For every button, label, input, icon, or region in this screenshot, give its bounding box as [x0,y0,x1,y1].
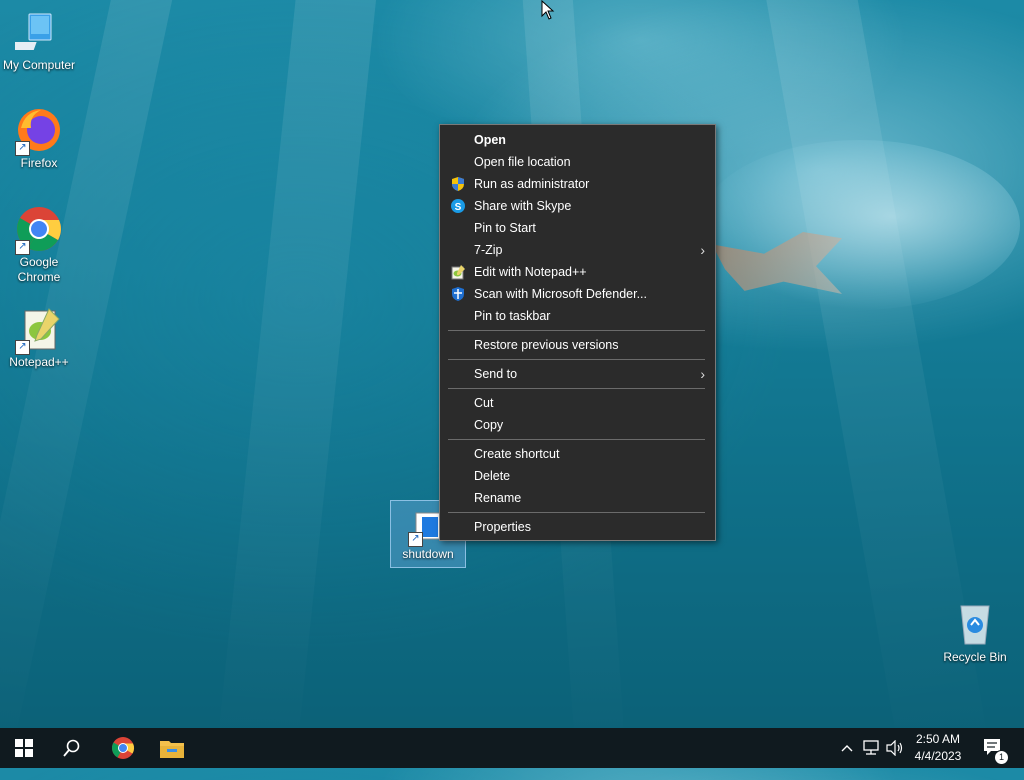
computer-icon [5,8,63,56]
menu-item-7zip[interactable]: 7-Zip › [440,239,715,261]
taskbar-chrome-button[interactable] [99,728,147,768]
menu-item-open-file-location[interactable]: Open file location [440,151,715,173]
menu-item-label: Share with Skype [474,199,572,213]
menu-item-pin-to-taskbar[interactable]: Pin to taskbar [440,305,715,327]
menu-item-label: Open file location [474,155,571,169]
shortcut-arrow-icon: ↗ [15,240,30,255]
notepadpp-icon: ↗ [15,305,63,355]
shortcut-arrow-icon: ↗ [15,340,30,355]
taskbar-clock[interactable]: 2:50 AM 4/4/2023 [908,731,968,765]
chrome-icon: ↗ [15,205,63,255]
taskbar: 2:50 AM 4/4/2023 1 [0,728,1024,768]
menu-item-open[interactable]: Open [440,129,715,151]
menu-item-label: Pin to Start [474,221,536,235]
menu-item-label: Send to [474,367,518,381]
tray-overflow-button[interactable] [838,728,856,768]
menu-item-properties[interactable]: Properties [440,516,715,538]
menu-item-copy[interactable]: Copy [440,414,715,436]
menu-item-scan-with-defender[interactable]: Scan with Microsoft Defender... [440,283,715,305]
menu-separator [448,330,705,331]
menu-separator [448,512,705,513]
menu-item-create-shortcut[interactable]: Create shortcut [440,443,715,465]
start-button[interactable] [0,728,48,768]
menu-item-label: Delete [474,469,511,483]
menu-item-label: Copy [474,418,504,432]
menu-item-label: Open [474,133,506,147]
mouse-cursor-icon [541,0,555,20]
desktop-icon-label: shutdown [402,547,454,561]
menu-item-label: Run as administrator [474,177,590,191]
menu-item-label: Properties [474,520,531,534]
menu-item-delete[interactable]: Delete [440,465,715,487]
menu-item-send-to[interactable]: Send to › [440,363,715,385]
shortcut-arrow-icon: ↗ [408,532,423,547]
svg-text:S: S [455,202,462,213]
desktop-icon-chrome[interactable]: ↗ Google Chrome [1,205,77,285]
menu-item-label: Create shortcut [474,447,560,461]
defender-icon [450,286,466,302]
menu-item-label: Pin to taskbar [474,309,551,323]
desktop-icon-label: Google Chrome [17,255,61,284]
menu-item-label: Rename [474,491,522,505]
network-button[interactable] [860,728,882,768]
menu-separator [448,439,705,440]
firefox-icon: ↗ [15,106,63,156]
chrome-icon [112,737,134,759]
menu-item-label: Scan with Microsoft Defender... [474,287,647,301]
context-menu: Open Open file location Run as administr… [439,124,716,541]
desktop-icon-label: My Computer [2,58,76,72]
recycle-bin-icon [951,600,999,648]
desktop-icon-firefox[interactable]: ↗ Firefox [1,106,77,171]
desktop-icon-label: Firefox [20,156,58,170]
desktop-icon-label: Notepad++ [9,355,69,369]
chevron-up-icon [841,745,853,752]
clock-date: 4/4/2023 [914,749,962,763]
desktop-icon-notepadpp[interactable]: ↗ Notepad++ [1,305,77,370]
notepadpp-icon [450,264,466,280]
desktop-icon-label: Recycle Bin [943,650,1007,664]
menu-item-label: Cut [474,396,494,410]
clock-time: 2:50 AM [915,732,961,746]
search-icon [63,739,80,757]
desktop-icon-recycle-bin[interactable]: Recycle Bin [937,600,1013,665]
menu-item-edit-with-notepadpp[interactable]: Edit with Notepad++ [440,261,715,283]
taskbar-file-explorer-button[interactable] [148,728,196,768]
volume-button[interactable] [884,728,906,768]
menu-separator [448,388,705,389]
notifications-count-badge: 1 [994,750,1009,765]
start-icon [15,739,33,757]
shortcut-arrow-icon: ↗ [15,141,30,156]
file-explorer-icon [160,741,184,758]
menu-item-label: 7-Zip [474,243,503,257]
menu-item-rename[interactable]: Rename [440,487,715,509]
menu-item-pin-to-start[interactable]: Pin to Start [440,217,715,239]
menu-item-label: Edit with Notepad++ [474,265,587,279]
menu-separator [448,359,705,360]
submenu-arrow-icon: › [700,242,705,258]
menu-item-cut[interactable]: Cut [440,392,715,414]
uac-shield-icon [450,176,466,192]
search-button[interactable] [48,728,96,768]
menu-item-restore-previous-versions[interactable]: Restore previous versions [440,334,715,356]
menu-item-run-as-administrator[interactable]: Run as administrator [440,173,715,195]
submenu-arrow-icon: › [700,366,705,382]
menu-item-label: Restore previous versions [474,338,619,352]
desktop-icon-my-computer[interactable]: My Computer [1,8,77,73]
volume-icon [886,740,903,756]
skype-icon: S [450,198,466,214]
network-icon [863,740,879,755]
notifications-button[interactable]: 1 [978,728,1010,768]
menu-item-share-with-skype[interactable]: S Share with Skype [440,195,715,217]
